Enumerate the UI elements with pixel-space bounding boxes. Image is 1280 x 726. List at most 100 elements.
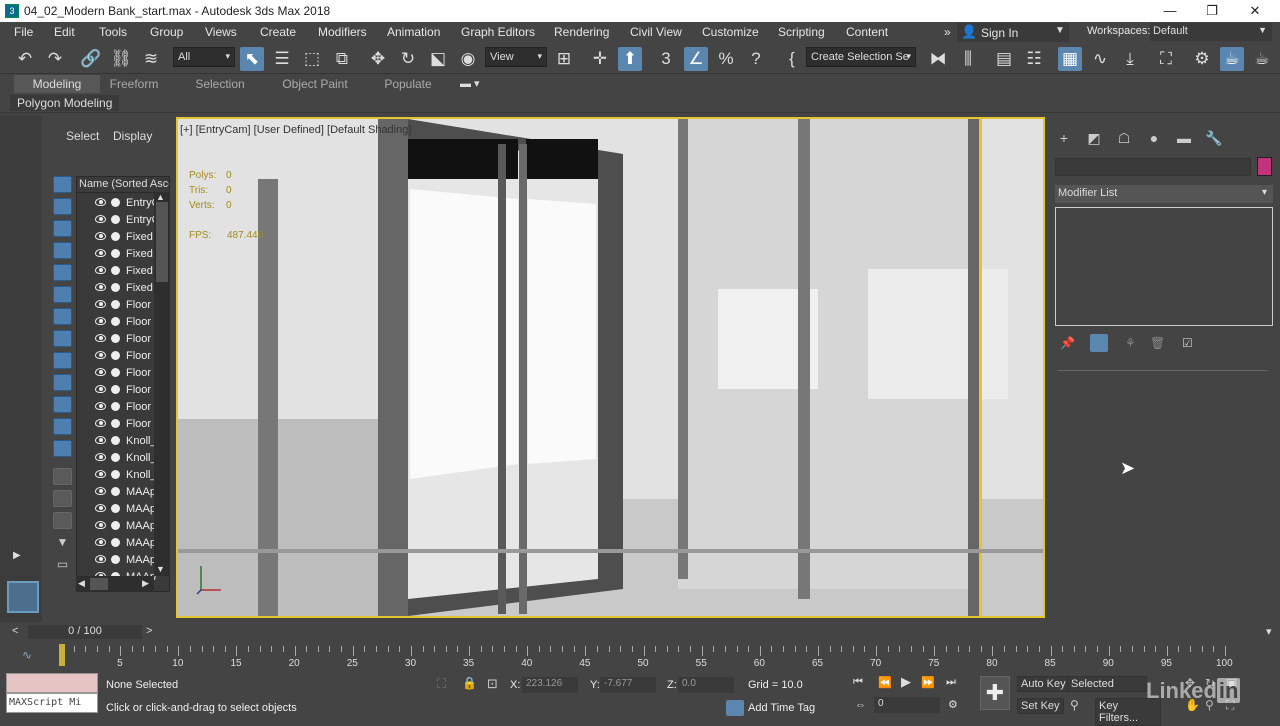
visibility-eye-icon[interactable] bbox=[95, 470, 106, 478]
curve-editor-mini-icon[interactable]: ∿ bbox=[22, 648, 32, 662]
curve-editor-icon[interactable]: ∿ bbox=[1088, 47, 1112, 71]
freeze-dot-icon[interactable] bbox=[111, 504, 120, 513]
set-keys-icon[interactable]: ✚ bbox=[980, 676, 1010, 710]
visibility-eye-icon[interactable] bbox=[95, 368, 106, 376]
ribbon-toggle-icon[interactable]: ▦ bbox=[1058, 47, 1082, 71]
time-prev-icon[interactable]: < bbox=[12, 625, 18, 637]
freeze-dot-icon[interactable] bbox=[111, 232, 120, 241]
key-selection-dropdown[interactable]: Selected bbox=[1067, 676, 1147, 692]
explorer-tab-select[interactable]: Select bbox=[66, 129, 99, 143]
freeze-dot-icon[interactable] bbox=[111, 300, 120, 309]
scroll-down-icon[interactable]: ▼ bbox=[156, 564, 165, 574]
viewport-label[interactable]: [+] [EntryCam] [User Defined] [Default S… bbox=[180, 124, 411, 136]
menu-file[interactable]: File bbox=[14, 25, 33, 39]
visibility-eye-icon[interactable] bbox=[95, 385, 106, 393]
angle-snap-icon[interactable]: ∠ bbox=[684, 47, 708, 71]
freeze-dot-icon[interactable] bbox=[111, 215, 120, 224]
link-icon[interactable]: 🔗 bbox=[79, 47, 103, 71]
render-production-icon[interactable]: ☕ bbox=[1250, 47, 1274, 71]
display-helpers-icon[interactable] bbox=[53, 286, 72, 303]
undo-icon[interactable]: ↶ bbox=[13, 47, 37, 71]
pivot-center-icon[interactable]: ⊞ bbox=[552, 47, 576, 71]
workspaces-dropdown[interactable]: Default ▼ bbox=[1150, 23, 1272, 41]
make-unique-icon[interactable]: ⚘ bbox=[1125, 336, 1136, 350]
freeze-dot-icon[interactable] bbox=[111, 198, 120, 207]
menu-modifiers[interactable]: Modifiers bbox=[318, 25, 367, 39]
tab-freeform[interactable]: Freeform bbox=[100, 75, 168, 93]
display-groups-icon[interactable] bbox=[53, 330, 72, 347]
freeze-dot-icon[interactable] bbox=[111, 334, 120, 343]
visibility-eye-icon[interactable] bbox=[95, 232, 106, 240]
tab-populate[interactable]: Populate bbox=[376, 75, 440, 93]
menu-tools[interactable]: Tools bbox=[99, 25, 127, 39]
visibility-eye-icon[interactable] bbox=[95, 317, 106, 325]
named-selection-dropdown[interactable]: Create Selection Se bbox=[806, 47, 916, 67]
select-object-icon[interactable]: ⬉ bbox=[240, 47, 264, 71]
visibility-eye-icon[interactable] bbox=[95, 334, 106, 342]
list-item[interactable]: Fixed bbox=[77, 263, 161, 280]
menu-civil-view[interactable]: Civil View bbox=[630, 25, 682, 39]
menu-rendering[interactable]: Rendering bbox=[554, 25, 609, 39]
list-item[interactable]: Floor C bbox=[77, 348, 161, 365]
list-item[interactable]: Knoll_ bbox=[77, 467, 161, 484]
tab-object-paint[interactable]: Object Paint bbox=[276, 75, 354, 93]
remove-modifier-icon[interactable]: 🗑 bbox=[1150, 336, 1165, 350]
previous-frame-icon[interactable]: ⏪ bbox=[878, 676, 892, 689]
list-item[interactable]: MAAp bbox=[77, 518, 161, 535]
list-item[interactable]: EntryC bbox=[77, 212, 161, 229]
goto-end-icon[interactable]: ⏭ bbox=[946, 676, 956, 689]
percent-snap-icon[interactable]: % bbox=[714, 47, 738, 71]
spinner-snap-icon[interactable]: ? bbox=[744, 47, 768, 71]
freeze-dot-icon[interactable] bbox=[111, 402, 120, 411]
render-setup-icon[interactable]: ⚙ bbox=[1190, 47, 1214, 71]
freeze-dot-icon[interactable] bbox=[111, 266, 120, 275]
freeze-dot-icon[interactable] bbox=[111, 317, 120, 326]
rectangular-selection-icon[interactable]: ⬚ bbox=[300, 47, 324, 71]
bind-space-warp-icon[interactable]: ≋ bbox=[139, 47, 163, 71]
scroll-right-icon[interactable]: ▶ bbox=[142, 578, 149, 589]
list-item[interactable]: EntryC bbox=[77, 195, 161, 212]
time-cursor[interactable] bbox=[59, 644, 65, 666]
modifier-list-dropdown[interactable]: Modifier List bbox=[1055, 185, 1273, 203]
rotate-icon[interactable]: ↻ bbox=[396, 47, 420, 71]
auto-key-button[interactable]: Auto Key bbox=[1017, 676, 1070, 692]
goto-start-icon[interactable]: ⏮ bbox=[853, 676, 863, 689]
display-bones-icon[interactable] bbox=[53, 374, 72, 391]
menu-overflow[interactable]: » bbox=[944, 25, 951, 39]
object-color-swatch[interactable] bbox=[1257, 157, 1272, 176]
scroll-left-icon[interactable]: ◀ bbox=[78, 578, 85, 589]
list-item[interactable]: Floor C bbox=[77, 314, 161, 331]
visibility-eye-icon[interactable] bbox=[95, 266, 106, 274]
reference-coordinate-dropdown[interactable]: View bbox=[485, 47, 547, 67]
modify-tab-icon[interactable]: ◩ bbox=[1085, 130, 1103, 146]
visibility-eye-icon[interactable] bbox=[95, 521, 106, 529]
mirror-icon[interactable]: ⧓ bbox=[926, 47, 950, 71]
motion-tab-icon[interactable]: ● bbox=[1145, 130, 1163, 146]
time-tag-icon[interactable] bbox=[726, 700, 744, 716]
modifier-stack[interactable] bbox=[1055, 207, 1273, 326]
visibility-eye-icon[interactable] bbox=[95, 504, 106, 512]
list-item[interactable]: MAAp bbox=[77, 501, 161, 518]
freeze-dot-icon[interactable] bbox=[111, 436, 120, 445]
display-none-toggle-icon[interactable] bbox=[53, 490, 72, 507]
create-tab-icon[interactable]: + bbox=[1055, 130, 1073, 146]
scroll-up-icon[interactable]: ▲ bbox=[156, 192, 165, 202]
freeze-dot-icon[interactable] bbox=[111, 351, 120, 360]
visibility-eye-icon[interactable] bbox=[95, 351, 106, 359]
scale-icon[interactable]: ⬕ bbox=[426, 47, 450, 71]
add-time-tag[interactable]: Add Time Tag bbox=[748, 702, 815, 714]
menu-group[interactable]: Group bbox=[150, 25, 183, 39]
menu-content[interactable]: Content bbox=[846, 25, 888, 39]
key-filters-icon[interactable]: ⚲ bbox=[1070, 698, 1079, 712]
hierarchy-icon[interactable]: ▭ bbox=[53, 556, 72, 573]
visibility-eye-icon[interactable] bbox=[95, 555, 106, 563]
next-frame-icon[interactable]: ⏩ bbox=[921, 676, 935, 689]
freeze-dot-icon[interactable] bbox=[111, 470, 120, 479]
timeline-ruler[interactable]: 0510152025303540455055606570758085909510… bbox=[59, 646, 1272, 669]
display-invert-icon[interactable] bbox=[53, 512, 72, 529]
time-configuration-icon[interactable]: ⚙ bbox=[948, 698, 958, 711]
material-editor-icon[interactable]: ⛶ bbox=[1154, 47, 1178, 71]
scroll-thumb[interactable] bbox=[90, 578, 108, 590]
menu-animation[interactable]: Animation bbox=[387, 25, 440, 39]
visibility-eye-icon[interactable] bbox=[95, 198, 106, 206]
